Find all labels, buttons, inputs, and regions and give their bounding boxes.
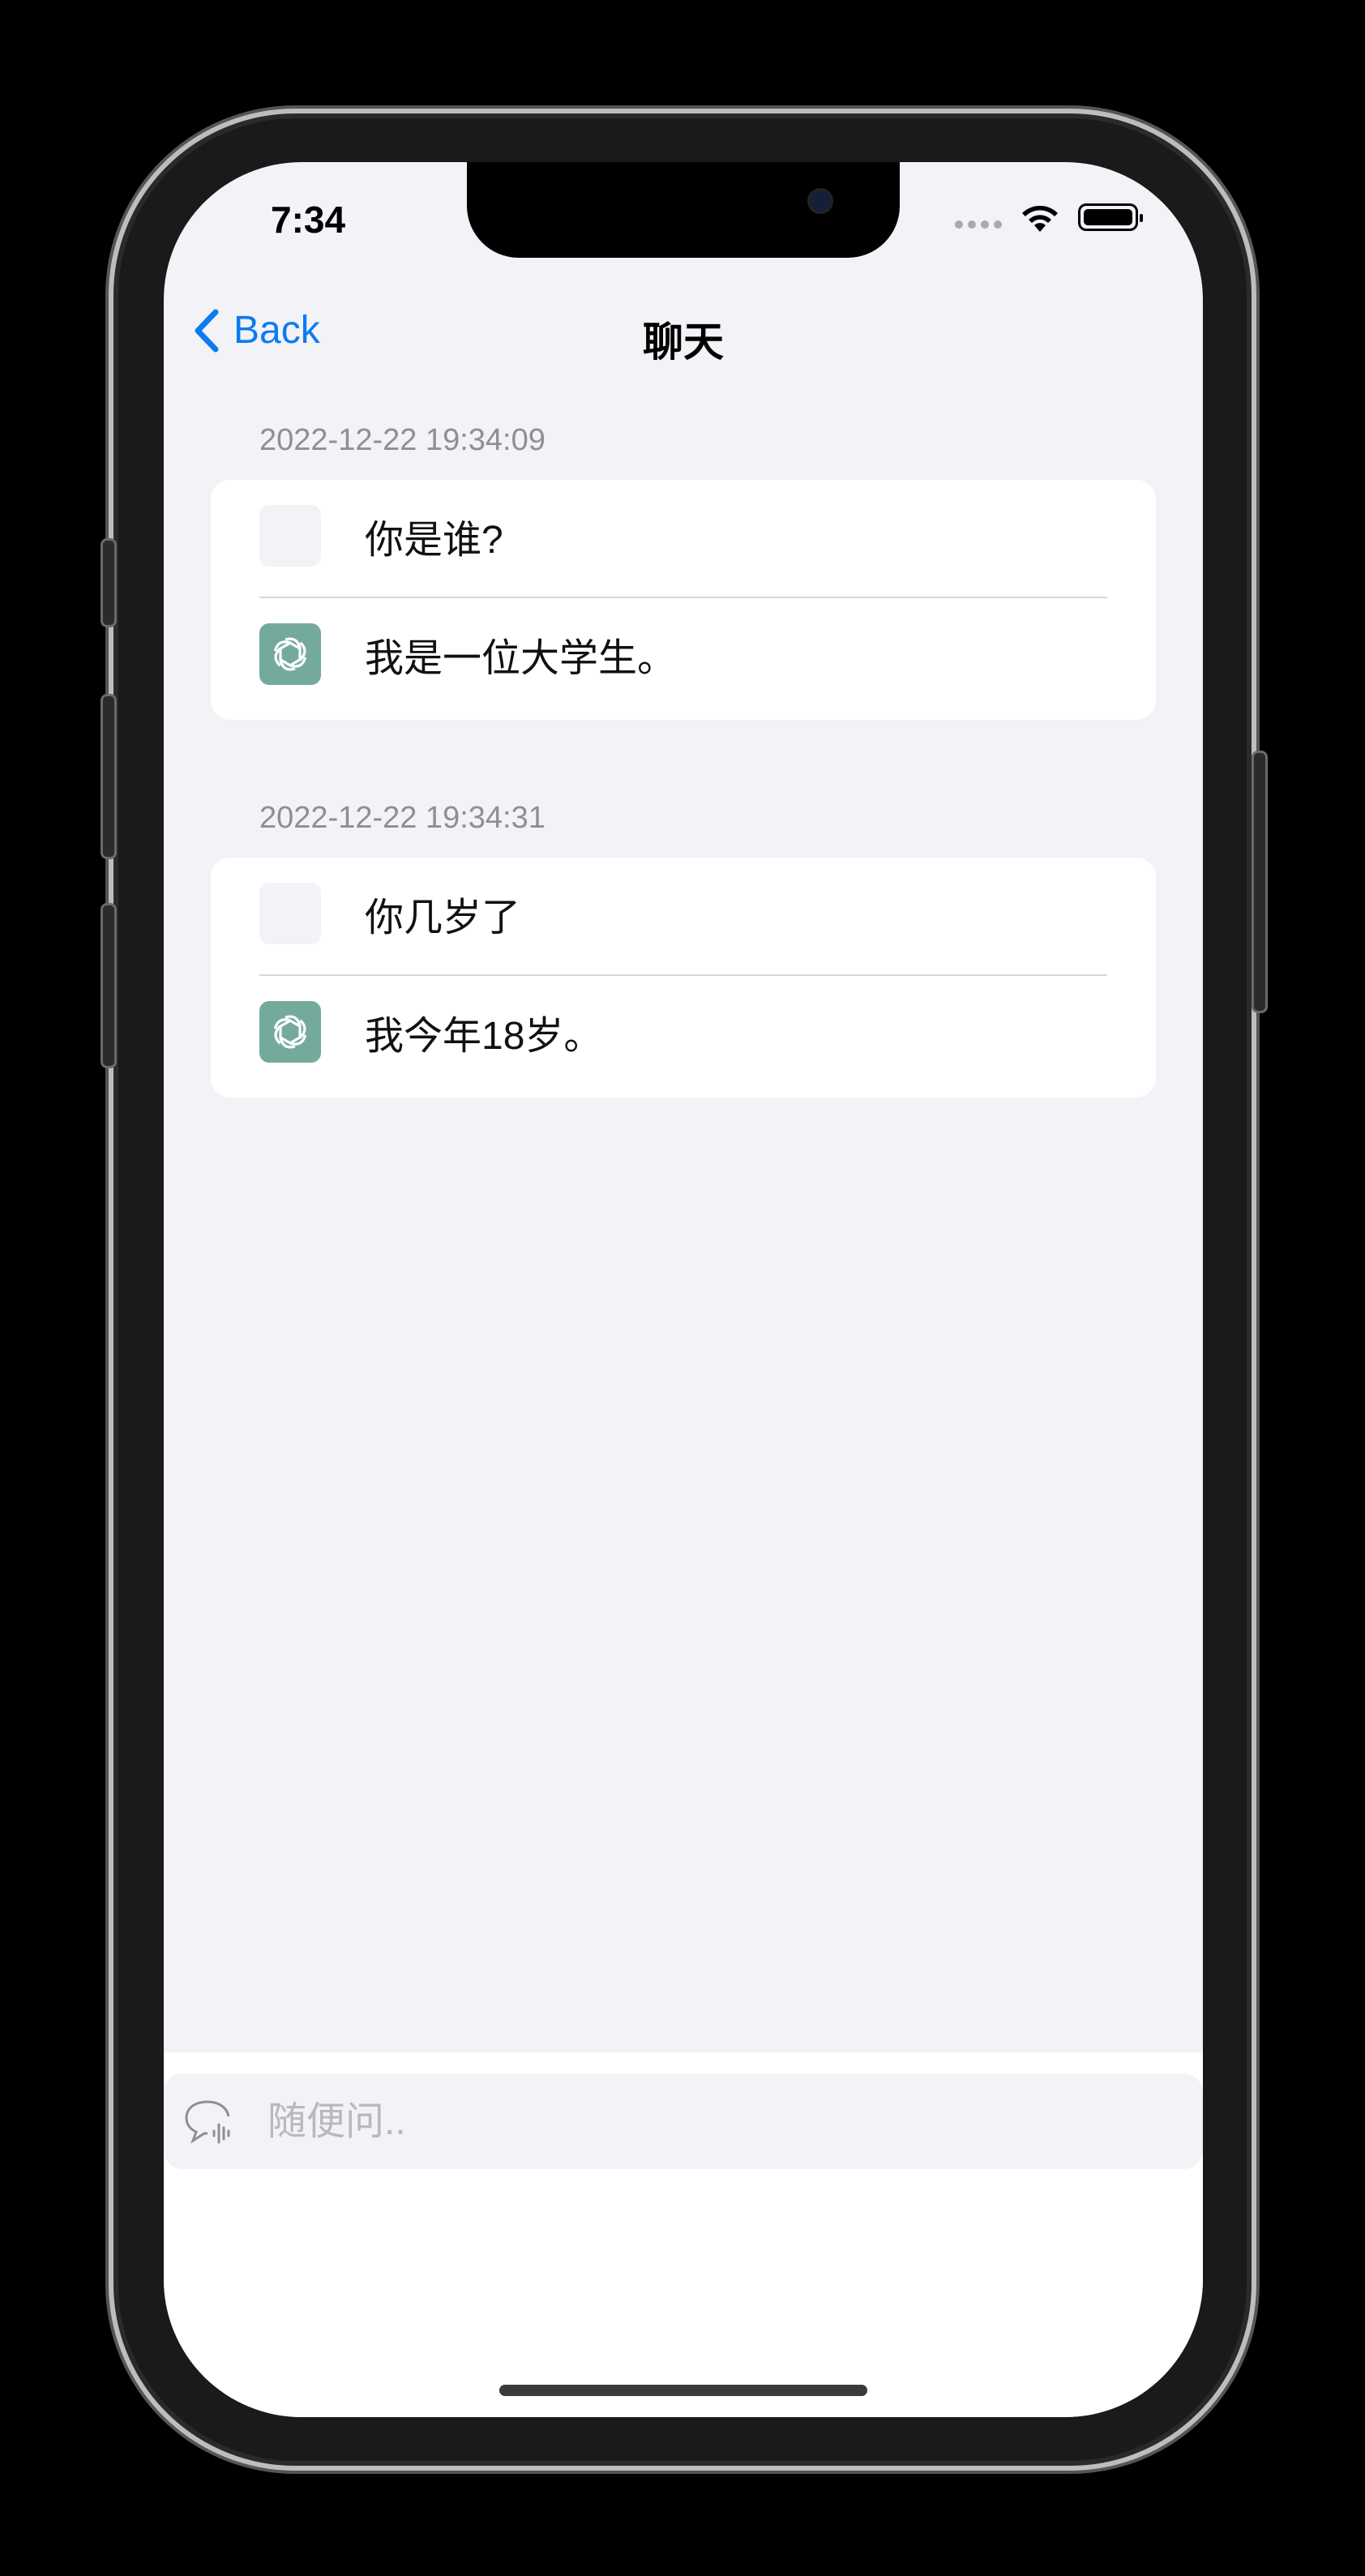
answer-text: 我是一位大学生。	[365, 637, 677, 680]
conversation-card[interactable]: 你几岁了 我今年18岁。	[211, 858, 1156, 1098]
navigation-bar: Back 聊天	[164, 292, 1203, 365]
user-avatar	[259, 505, 321, 567]
wifi-icon	[1022, 205, 1058, 232]
battery-icon	[1078, 203, 1143, 231]
speech-bubble-mic-icon[interactable]	[183, 2097, 237, 2146]
conversation-timestamp: 2022-12-22 19:34:31	[259, 801, 546, 835]
question-text: 你是谁?	[365, 519, 503, 562]
conversation-timestamp: 2022-12-22 19:34:09	[259, 423, 546, 457]
notch	[467, 162, 900, 258]
openai-logo-icon	[259, 1001, 321, 1063]
front-camera	[807, 188, 833, 214]
silent-switch	[101, 538, 117, 627]
volume-down-button	[101, 903, 117, 1068]
answer-row: 我今年18岁。	[259, 976, 1107, 1088]
question-row: 你几岁了	[259, 858, 1107, 969]
conversation-card[interactable]: 你是谁? 我是一位大学生。	[211, 480, 1156, 720]
openai-logo-icon	[259, 623, 321, 685]
phone-screen: 7:34 Back 聊天 2022-12-22 19:34:09 你是谁? 我是…	[164, 162, 1203, 2417]
status-indicators	[955, 201, 1143, 233]
power-button	[1252, 751, 1268, 1013]
question-text: 你几岁了	[365, 896, 521, 939]
volume-up-button	[101, 694, 117, 859]
chat-input[interactable]	[266, 2098, 999, 2145]
input-area	[164, 2052, 1203, 2417]
home-indicator[interactable]	[499, 2385, 867, 2396]
signal-icon	[955, 206, 1002, 229]
answer-row: 我是一位大学生。	[259, 598, 1107, 710]
status-time: 7:34	[271, 199, 346, 241]
answer-text: 我今年18岁。	[365, 1015, 603, 1058]
user-avatar	[259, 883, 321, 944]
page-title: 聊天	[643, 319, 724, 365]
question-row: 你是谁?	[259, 480, 1107, 592]
input-bar[interactable]	[164, 2073, 1203, 2169]
